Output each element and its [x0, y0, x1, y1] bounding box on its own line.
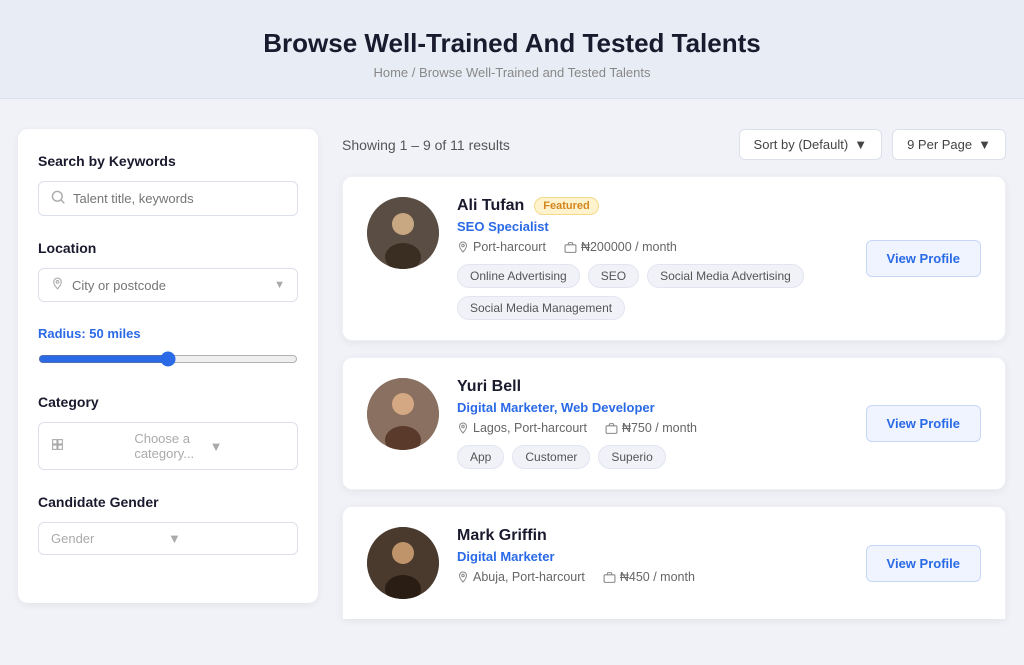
location-section: Location ▼	[38, 240, 298, 302]
per-page-chevron-icon: ▼	[978, 137, 991, 152]
sort-chevron-icon: ▼	[854, 137, 867, 152]
view-profile-button[interactable]: View Profile	[866, 240, 981, 277]
talent-info: Yuri Bell Digital Marketer, Web Develope…	[457, 378, 848, 469]
tag: Online Advertising	[457, 264, 580, 288]
talent-title: Digital Marketer, Web Developer	[457, 400, 848, 415]
category-icon	[51, 438, 126, 454]
talent-title: Digital Marketer	[457, 549, 848, 564]
talent-meta: Abuja, Port-harcourt ₦450 / month	[457, 570, 848, 584]
location-input-wrap[interactable]: ▼	[38, 268, 298, 302]
hero-banner: Browse Well-Trained And Tested Talents H…	[0, 0, 1024, 99]
keyword-input-wrap[interactable]	[38, 181, 298, 216]
breadcrumb-separator: /	[412, 65, 416, 80]
tag: Social Media Management	[457, 296, 625, 320]
location-input[interactable]	[72, 278, 274, 293]
talent-salary: ₦450 / month	[603, 570, 695, 584]
talent-name: Yuri Bell	[457, 378, 521, 396]
sidebar: Search by Keywords Location ▼	[18, 129, 318, 603]
breadcrumb: Home / Browse Well-Trained and Tested Ta…	[20, 65, 1004, 80]
talent-info: Ali Tufan Featured SEO Specialist Port-h…	[457, 197, 848, 320]
gender-section: Candidate Gender Gender ▼	[38, 494, 298, 555]
keywords-section: Search by Keywords	[38, 153, 298, 216]
keywords-label: Search by Keywords	[38, 153, 298, 169]
gender-dropdown[interactable]: Gender ▼	[38, 522, 298, 555]
category-placeholder: Choose a category...	[134, 431, 209, 461]
talent-title: SEO Specialist	[457, 219, 848, 234]
tag: SEO	[588, 264, 639, 288]
results-count: Showing 1 – 9 of 11 results	[342, 137, 510, 153]
talent-card: Mark Griffin Digital Marketer Abuja, Por…	[342, 506, 1006, 619]
category-section: Category Choose a category... ▼	[38, 394, 298, 470]
location-dropdown-arrow: ▼	[274, 279, 285, 291]
talent-name-row: Yuri Bell	[457, 378, 848, 396]
gender-dropdown-arrow: ▼	[168, 531, 285, 546]
talent-tags: App Customer Superio	[457, 445, 848, 469]
page-title: Browse Well-Trained And Tested Talents	[20, 28, 1004, 59]
talent-meta: Lagos, Port-harcourt ₦750 / month	[457, 421, 848, 435]
search-icon	[51, 190, 65, 207]
sort-button[interactable]: Sort by (Default) ▼	[739, 129, 883, 160]
talent-card: Ali Tufan Featured SEO Specialist Port-h…	[342, 176, 1006, 341]
breadcrumb-home[interactable]: Home	[373, 65, 408, 80]
view-profile-button[interactable]: View Profile	[866, 405, 981, 442]
gender-placeholder: Gender	[51, 531, 168, 546]
talent-card: Yuri Bell Digital Marketer, Web Develope…	[342, 357, 1006, 490]
per-page-button[interactable]: 9 Per Page ▼	[892, 129, 1006, 160]
tag: Social Media Advertising	[647, 264, 804, 288]
talent-salary: ₦750 / month	[605, 421, 697, 435]
avatar	[367, 378, 439, 450]
talent-name: Mark Griffin	[457, 527, 547, 545]
talent-salary: ₦200000 / month	[564, 240, 677, 254]
avatar	[367, 527, 439, 599]
talent-name-row: Mark Griffin	[457, 527, 848, 545]
results-header: Showing 1 – 9 of 11 results Sort by (Def…	[342, 129, 1006, 160]
category-dropdown-arrow: ▼	[210, 439, 285, 454]
radius-section: Radius: 50 miles	[38, 326, 298, 370]
talent-location: Lagos, Port-harcourt	[457, 421, 587, 435]
search-input[interactable]	[73, 191, 285, 206]
view-profile-button[interactable]: View Profile	[866, 545, 981, 582]
talent-tags: Online Advertising SEO Social Media Adve…	[457, 264, 848, 320]
category-dropdown[interactable]: Choose a category... ▼	[38, 422, 298, 470]
tag: App	[457, 445, 504, 469]
talent-name-row: Ali Tufan Featured	[457, 197, 848, 215]
location-label: Location	[38, 240, 298, 256]
breadcrumb-current: Browse Well-Trained and Tested Talents	[419, 65, 650, 80]
avatar	[367, 197, 439, 269]
featured-badge: Featured	[534, 197, 598, 215]
gender-label: Candidate Gender	[38, 494, 298, 510]
radius-slider[interactable]	[38, 351, 298, 367]
location-icon	[51, 277, 64, 293]
main-content: Showing 1 – 9 of 11 results Sort by (Def…	[342, 129, 1006, 635]
talent-location: Port-harcourt	[457, 240, 546, 254]
radius-label: Radius: 50 miles	[38, 326, 298, 341]
talent-name: Ali Tufan	[457, 197, 524, 215]
tag: Customer	[512, 445, 590, 469]
category-label: Category	[38, 394, 298, 410]
sort-controls: Sort by (Default) ▼ 9 Per Page ▼	[739, 129, 1006, 160]
talent-location: Abuja, Port-harcourt	[457, 570, 585, 584]
talent-meta: Port-harcourt ₦200000 / month	[457, 240, 848, 254]
tag: Superio	[598, 445, 665, 469]
